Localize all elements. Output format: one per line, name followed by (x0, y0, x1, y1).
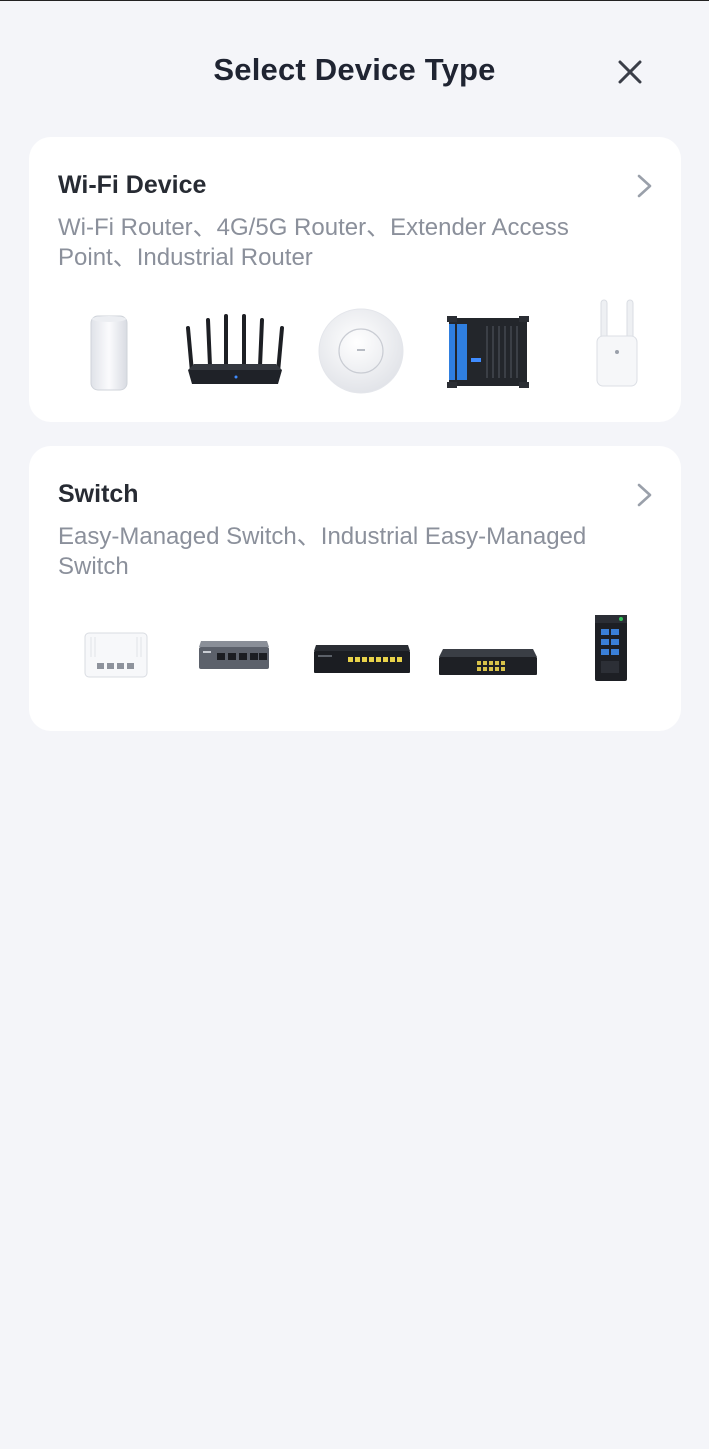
poe-switch-image (314, 645, 410, 673)
range-extender-image (596, 299, 638, 387)
wifi-router-image (186, 314, 284, 384)
wifi-device-images (29, 292, 681, 402)
card-description-switch: Easy-Managed Switch、Industrial Easy-Mana… (58, 523, 587, 580)
close-icon (618, 60, 642, 84)
wall-plate-switch-image (84, 632, 148, 678)
close-button[interactable] (610, 52, 650, 92)
ceiling-access-point-image (318, 308, 404, 394)
wifi-device-card[interactable]: Wi-Fi Device Wi-Fi Router、4G/5G Router、E… (29, 137, 681, 422)
industrial-router-image (447, 316, 529, 388)
desktop-switch-image (199, 641, 269, 669)
switch-images (29, 601, 681, 711)
card-title-wifi: Wi-Fi Device (58, 171, 207, 199)
chevron-right-icon (637, 174, 652, 198)
top-border (0, 0, 709, 1)
page-title: Select Device Type (213, 52, 496, 87)
chevron-right-icon (637, 483, 652, 507)
card-description-wifi: Wi-Fi Router、4G/5G Router、Extender Acces… (58, 214, 569, 271)
industrial-switch-image (595, 615, 627, 681)
mesh-router-image (90, 315, 128, 391)
header: Select Device Type (0, 40, 709, 104)
card-title-switch: Switch (58, 480, 139, 508)
rackmount-switch-image (439, 649, 537, 675)
switch-card[interactable]: Switch Easy-Managed Switch、Industrial Ea… (29, 446, 681, 731)
